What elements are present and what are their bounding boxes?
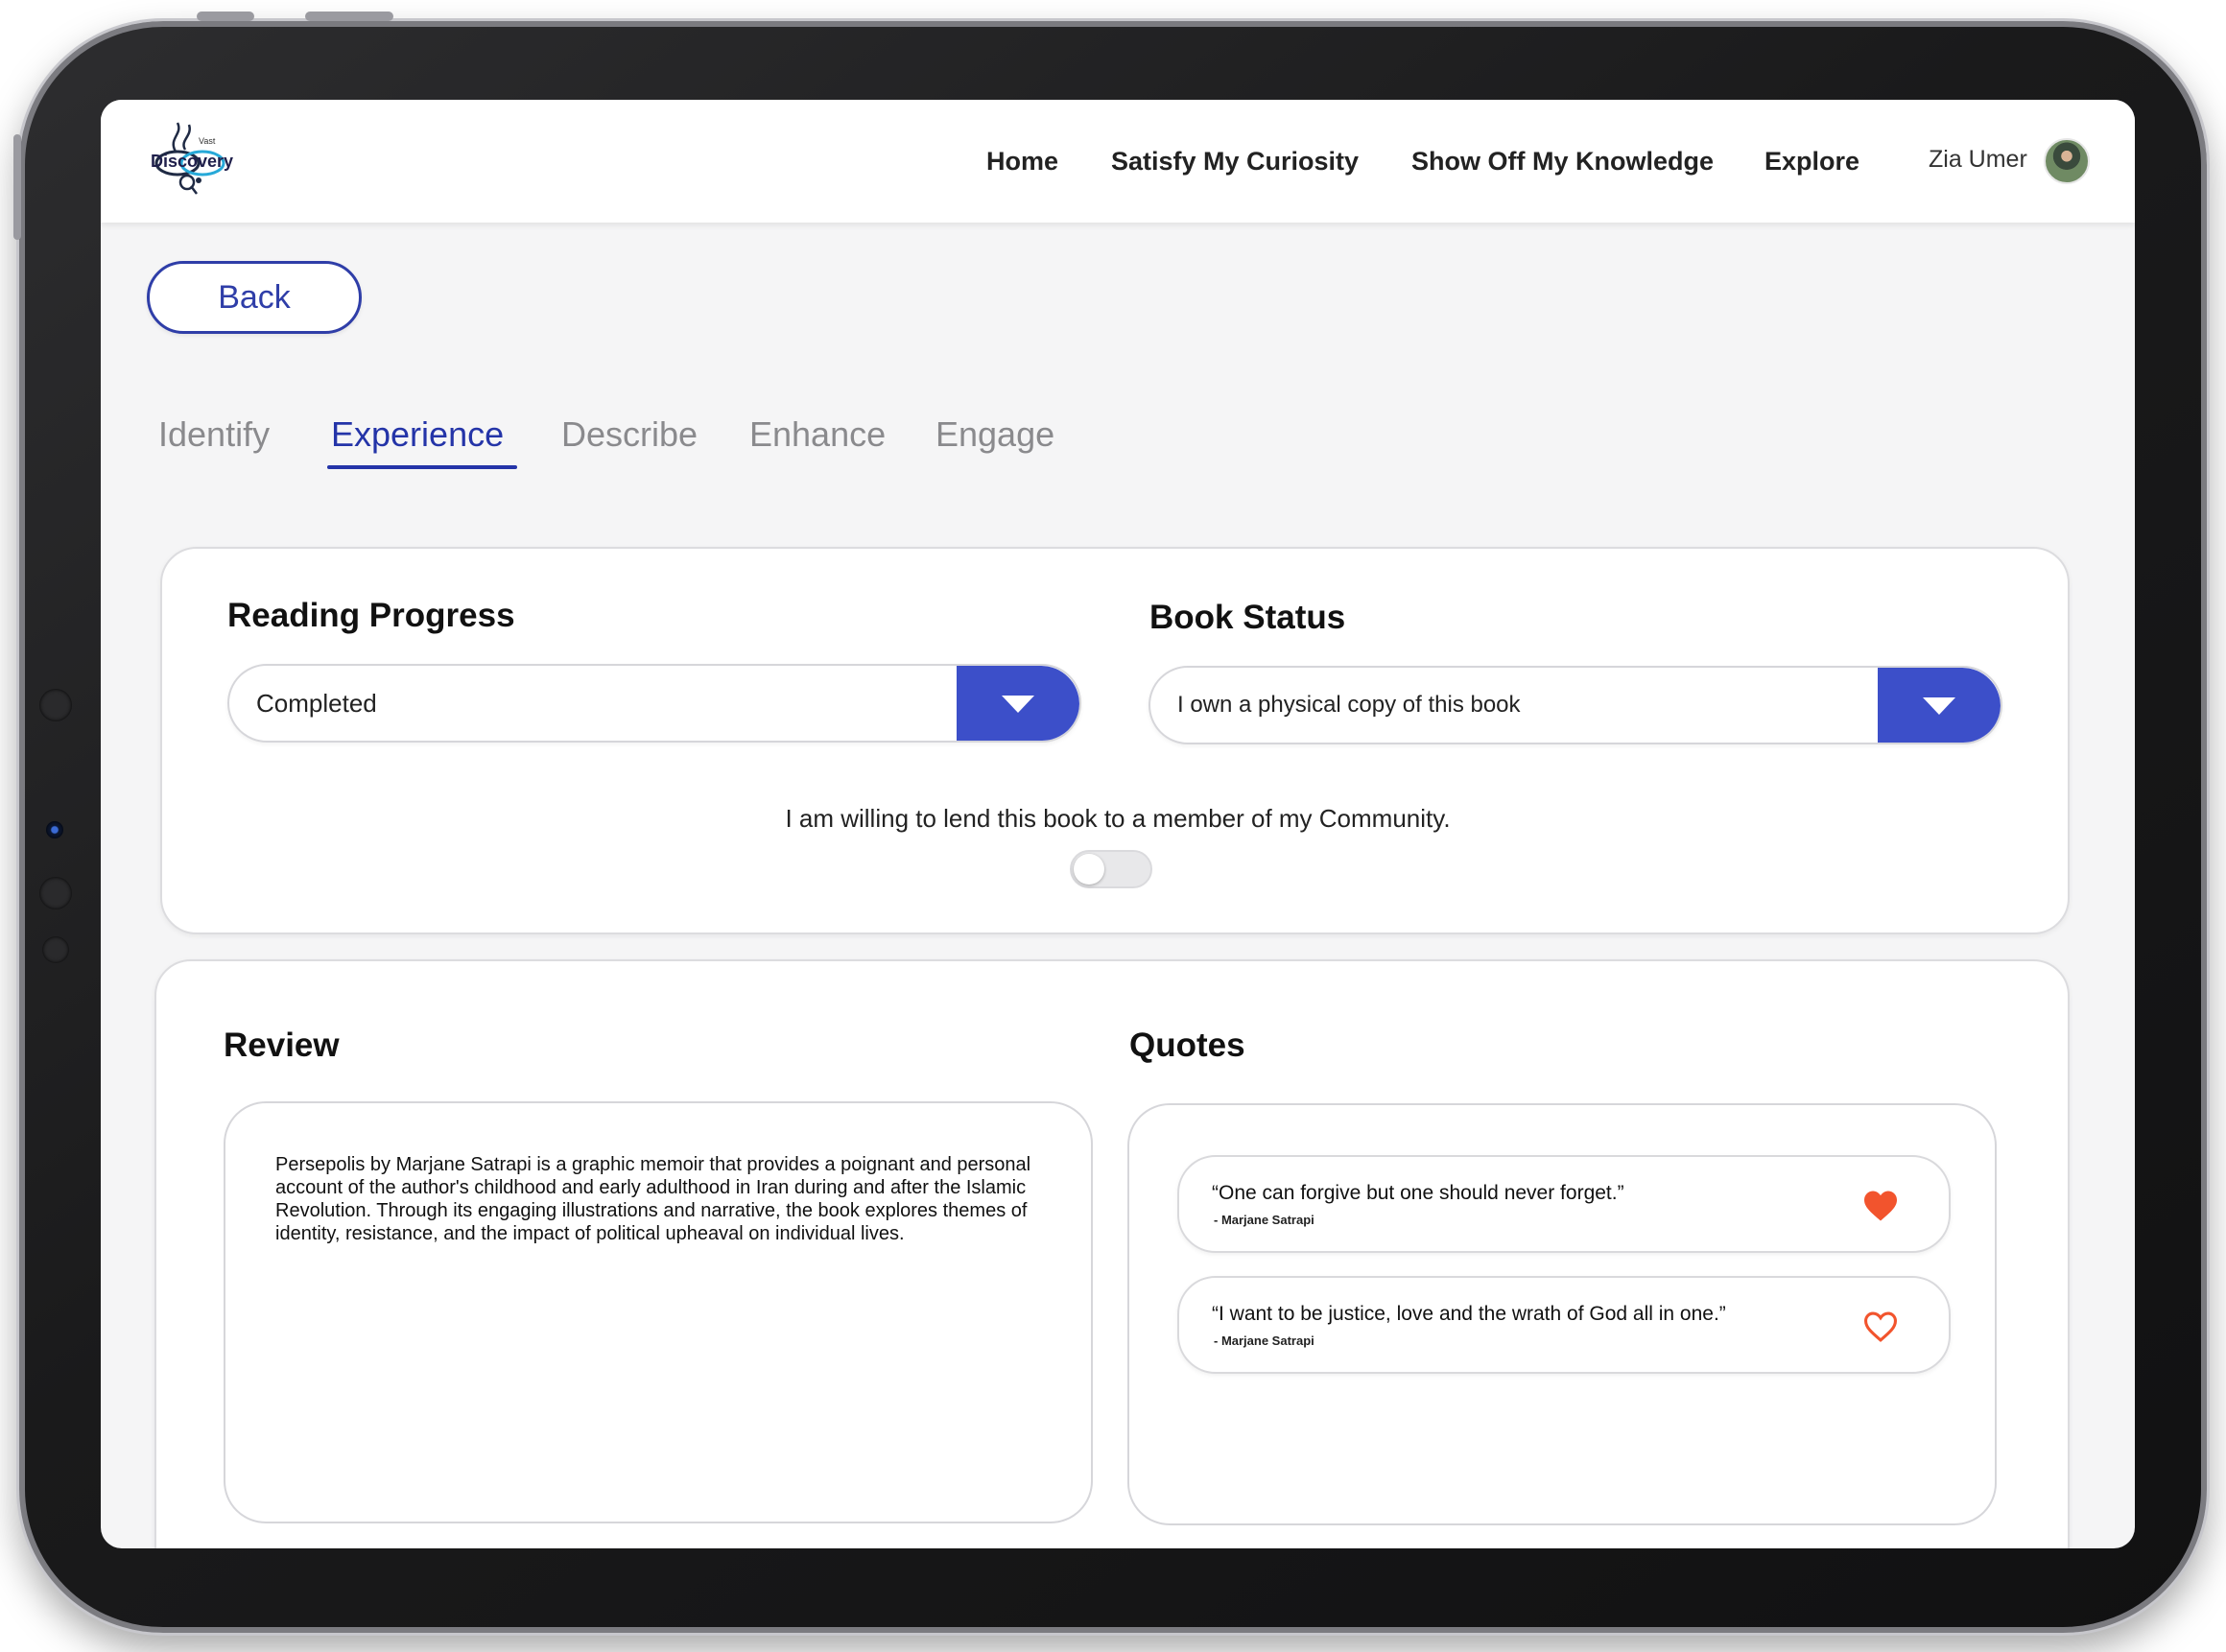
top-button-right xyxy=(305,12,393,21)
tab-describe[interactable]: Describe xyxy=(561,414,698,455)
nav-explore[interactable]: Explore xyxy=(1764,147,1859,177)
tab-identify[interactable]: Identify xyxy=(158,414,270,455)
front-camera xyxy=(46,821,63,838)
quotes-list: “One can forgive but one should never fo… xyxy=(1127,1103,1997,1525)
lend-book-label: I am willing to lend this book to a memb… xyxy=(785,804,1451,833)
tab-engage[interactable]: Engage xyxy=(935,414,1054,455)
chevron-down-icon xyxy=(1002,696,1034,713)
logo-small-text: Vast xyxy=(199,136,216,146)
book-status-dropdown-button[interactable] xyxy=(1878,668,2001,743)
user-name[interactable]: Zia Umer xyxy=(1929,146,2027,174)
quote-author: - Marjane Satrapi xyxy=(1214,1333,1314,1348)
book-status-title: Book Status xyxy=(1149,599,1346,636)
quote-item[interactable]: “One can forgive but one should never fo… xyxy=(1177,1155,1951,1253)
camera-dot-2 xyxy=(39,877,72,909)
quote-text: “I want to be justice, love and the wrat… xyxy=(1212,1303,1726,1325)
nav-menu-2: Satisfy My Curiosity xyxy=(1111,100,1359,223)
reading-progress-title: Reading Progress xyxy=(227,597,515,634)
nav-home[interactable]: Home xyxy=(986,147,1058,177)
review-textarea[interactable]: Persepolis by Marjane Satrapi is a graph… xyxy=(224,1101,1093,1523)
top-button-left xyxy=(197,12,254,21)
book-status-value: I own a physical copy of this book xyxy=(1177,692,1521,718)
heart-filled-icon[interactable] xyxy=(1862,1190,1899,1222)
book-status-select[interactable]: I own a physical copy of this book xyxy=(1149,666,2002,744)
heart-outline-icon[interactable] xyxy=(1862,1310,1899,1343)
back-button[interactable]: Back xyxy=(147,261,362,334)
quotes-title: Quotes xyxy=(1129,1027,1245,1064)
top-navbar: Vast Discovery Home Satisfy My Curiosity… xyxy=(101,100,2135,223)
nav-menu: Home xyxy=(986,100,1058,223)
avatar[interactable] xyxy=(2044,138,2090,184)
review-title: Review xyxy=(224,1027,340,1064)
toggle-knob xyxy=(1074,854,1104,885)
nav-menu-3: Show Off My Knowledge xyxy=(1411,100,1714,223)
camera-dot-1 xyxy=(39,689,72,721)
quote-author: - Marjane Satrapi xyxy=(1214,1213,1314,1227)
reading-progress-value: Completed xyxy=(256,688,377,718)
lend-book-toggle[interactable] xyxy=(1070,850,1152,888)
logo-text: Discovery xyxy=(151,152,234,171)
nav-menu-4: Explore xyxy=(1764,100,1859,223)
review-text: Persepolis by Marjane Satrapi is a graph… xyxy=(275,1154,1031,1244)
side-button xyxy=(13,134,21,240)
tab-experience[interactable]: Experience xyxy=(331,414,504,455)
camera-dot-3 xyxy=(42,936,69,963)
active-tab-underline xyxy=(327,465,517,469)
tab-enhance[interactable]: Enhance xyxy=(749,414,886,455)
quote-text: “One can forgive but one should never fo… xyxy=(1212,1182,1624,1204)
nav-show-off-my-knowledge[interactable]: Show Off My Knowledge xyxy=(1411,147,1714,177)
nav-satisfy-my-curiosity[interactable]: Satisfy My Curiosity xyxy=(1111,147,1359,177)
chevron-down-icon xyxy=(1923,697,1955,715)
reading-progress-select[interactable]: Completed xyxy=(227,664,1081,743)
quote-item[interactable]: “I want to be justice, love and the wrat… xyxy=(1177,1276,1951,1374)
app-screen: Vast Discovery Home Satisfy My Curiosity… xyxy=(101,100,2135,1548)
reading-progress-dropdown-button[interactable] xyxy=(957,666,1079,741)
